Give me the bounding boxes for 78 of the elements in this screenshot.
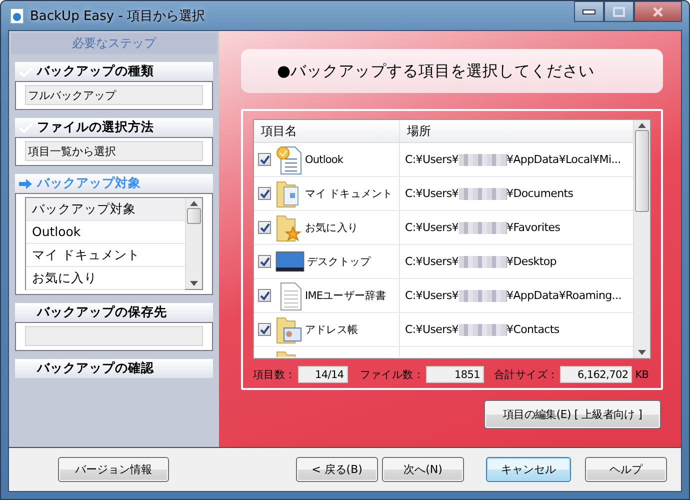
item-name: デスクトップ <box>307 254 371 268</box>
stat-label: 項目数： <box>253 368 296 382</box>
path-text: C:¥Users¥ <box>405 187 458 200</box>
checkbox[interactable] <box>258 289 271 302</box>
window-title: BackUp Easy - 項目から選択 <box>30 8 206 24</box>
redacted-block <box>458 222 506 234</box>
check-icon <box>19 66 33 76</box>
dialog-button[interactable]: 次へ(N) <box>382 457 464 482</box>
path-text: ¥AppData¥Roaming... <box>506 289 622 302</box>
redacted-block <box>458 324 506 336</box>
scroll-up-icon[interactable] <box>638 123 646 128</box>
path-text: ¥Desktop <box>506 255 556 268</box>
item-name: IMEユーザー辞書 <box>305 288 386 302</box>
path-text: C:¥Users¥ <box>405 323 458 336</box>
path-text: C:¥Users¥ <box>405 289 458 302</box>
maximize-button[interactable] <box>604 1 634 22</box>
stat-label: 合計サイズ： <box>494 368 558 382</box>
dialog-button[interactable]: ヘルプ <box>585 457 667 482</box>
redacted-block <box>458 256 506 268</box>
edit-items-button[interactable]: 項目の編集(E) [ 上級者向け ] <box>484 400 661 429</box>
heading-text: ●バックアップする項目を選択してください <box>277 60 595 82</box>
step-value-field: 項目一覧から選択 <box>25 141 203 161</box>
path-text: ¥Contacts <box>506 323 560 336</box>
scroll-down-icon[interactable] <box>190 281 198 286</box>
path-text: C:¥Users¥ <box>405 255 458 268</box>
stat-label: ファイル数： <box>360 368 424 382</box>
step-label: ファイルの選択方法 <box>37 119 154 136</box>
step-label: バックアップの確認 <box>37 360 154 377</box>
step-value-field: フルバックアップ <box>25 85 203 105</box>
check-icon <box>19 122 33 132</box>
path-text: ¥Favorites <box>506 221 560 234</box>
path-text: C:¥Users¥ <box>405 221 458 234</box>
sidebar-title: 必要なステップ <box>11 33 217 54</box>
checkbox[interactable] <box>258 153 271 166</box>
document-icon <box>275 144 303 174</box>
minimize-button[interactable] <box>574 1 604 22</box>
item-name: マイ ドキュメント <box>305 186 393 200</box>
close-button[interactable] <box>634 1 682 22</box>
redacted-block <box>458 188 506 200</box>
path-text: ¥AppData¥Local¥Mi... <box>506 153 621 166</box>
scroll-down-icon[interactable] <box>638 350 646 355</box>
column-header[interactable]: 場所 <box>400 120 633 142</box>
checkbox[interactable] <box>258 187 271 200</box>
scrollbar[interactable] <box>185 198 202 289</box>
checkbox[interactable] <box>258 221 271 234</box>
path-text: ¥Documents <box>506 187 574 200</box>
folder-icon <box>275 212 303 242</box>
item-name: お気に入り <box>305 220 358 234</box>
step-label: バックアップの保存先 <box>37 304 167 321</box>
minimize-icon <box>582 8 596 14</box>
redacted-block <box>458 290 506 302</box>
scroll-up-icon[interactable] <box>190 201 198 206</box>
dialog-button[interactable]: バージョン情報 <box>58 457 169 482</box>
scroll-thumb[interactable] <box>187 208 201 224</box>
step-label: バックアップの種類 <box>37 63 154 80</box>
scroll-thumb[interactable] <box>635 130 649 212</box>
arrow-right-icon <box>19 178 33 188</box>
stat-value-field: 1851 <box>426 366 484 383</box>
stat-value-field: 6,162,702 <box>560 366 632 383</box>
dialog-button[interactable]: < 戻る(B) <box>296 457 378 482</box>
scrollbar[interactable] <box>633 120 650 358</box>
redacted-block <box>458 154 506 166</box>
stat-value-field: 14/14 <box>298 366 348 383</box>
checkbox[interactable] <box>258 323 271 336</box>
stat-unit: KB <box>635 368 649 380</box>
item-name: アドレス帳 <box>305 322 358 336</box>
maximize-icon <box>613 6 625 16</box>
path-text: C:¥Users¥ <box>405 153 458 166</box>
step-label: バックアップ対象 <box>37 175 141 192</box>
folder-icon <box>275 314 303 344</box>
item-name: Outlook <box>305 154 344 166</box>
close-icon <box>652 6 664 16</box>
column-header[interactable]: 項目名 <box>254 120 400 142</box>
app-icon <box>10 8 24 24</box>
dialog-button[interactable]: キャンセル <box>486 457 571 482</box>
list-item[interactable]: バックアップ対象 <box>26 198 185 221</box>
monitor-icon <box>275 250 305 272</box>
checkbox[interactable] <box>258 255 271 268</box>
